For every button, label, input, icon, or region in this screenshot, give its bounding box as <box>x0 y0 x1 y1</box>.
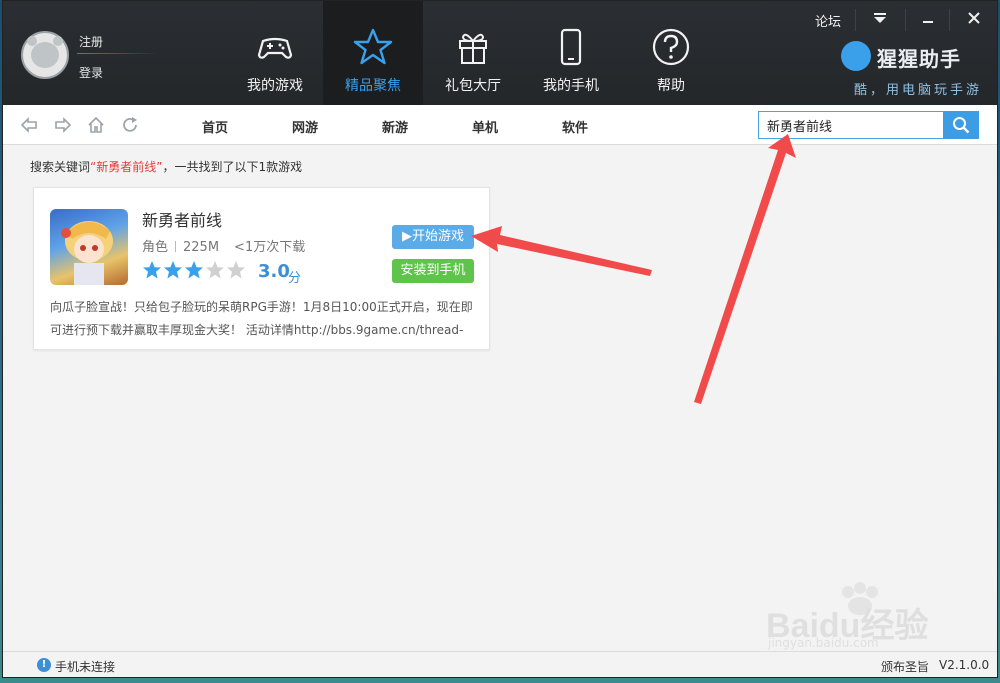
phone-status[interactable]: 手机未连接 <box>55 658 115 675</box>
login-link[interactable]: 登录 <box>79 64 103 81</box>
subnav-new-games[interactable]: 新游 <box>382 117 408 136</box>
app-window: 注册 登录 我的游戏 精品聚焦 礼包大厅 我的手机 帮助 论坛 猩猩助手 酷，用… <box>2 0 998 678</box>
help-icon <box>652 28 690 66</box>
forum-link[interactable]: 论坛 <box>815 11 841 30</box>
subnav-online-games[interactable]: 网游 <box>292 117 318 136</box>
tab-gift-hall[interactable]: 礼包大厅 <box>423 1 523 105</box>
phone-icon <box>560 28 582 66</box>
tab-label: 礼包大厅 <box>445 78 501 94</box>
result-prefix: 搜索关键词 <box>30 160 91 174</box>
watermark-url: jingyan.baidu.com <box>768 636 879 650</box>
status-bar: ! 手机未连接 颁布圣旨 V2.1.0.0 <box>3 651 997 677</box>
search-icon <box>953 117 970 134</box>
tab-label: 我的手机 <box>543 78 599 94</box>
game-card[interactable]: 新勇者前线 角色 225M <1万次下载 3.0 分 ▶开始游戏 安装到手机 向瓜子… <box>33 187 490 350</box>
divider <box>77 53 159 54</box>
game-category: 角色 <box>142 240 169 255</box>
game-size: 225M <box>183 240 220 255</box>
header-bar: 注册 登录 我的游戏 精品聚焦 礼包大厅 我的手机 帮助 论坛 猩猩助手 酷，用… <box>3 1 997 105</box>
monkey-avatar-icon <box>27 36 63 68</box>
tab-label: 帮助 <box>657 78 685 94</box>
install-label: 安装到手机 <box>400 263 466 278</box>
divider <box>855 9 856 31</box>
gamepad-icon <box>257 37 293 59</box>
register-link[interactable]: 注册 <box>79 33 103 50</box>
toolbar: 首页 网游 新游 单机 软件 <box>3 105 997 145</box>
game-character-icon <box>61 221 113 285</box>
start-game-button[interactable]: ▶开始游戏 <box>392 225 474 249</box>
brand-logo-icon <box>841 41 871 71</box>
subnav-software[interactable]: 软件 <box>562 117 588 136</box>
star-empty-icon <box>206 261 224 279</box>
divider <box>949 9 950 31</box>
search-result-summary: 搜索关键词“新勇者前线”，一共找到了以下1款游戏 <box>30 158 302 175</box>
info-icon: ! <box>37 658 51 672</box>
brand-slogan: 酷，用电脑玩手游 <box>854 83 983 98</box>
announcement-link[interactable]: 颁布圣旨 <box>881 658 929 675</box>
home-icon[interactable] <box>87 116 105 134</box>
search-input[interactable] <box>758 111 944 139</box>
tab-help[interactable]: 帮助 <box>621 1 721 105</box>
gift-icon <box>459 33 487 64</box>
baidu-watermark: Baidu经验 jingyan.baidu.com <box>760 580 960 650</box>
play-triangle-icon: ▶ <box>401 229 412 244</box>
avatar[interactable] <box>21 31 69 79</box>
divider <box>905 9 906 31</box>
star-empty-icon <box>227 261 245 279</box>
forward-arrow-icon[interactable] <box>54 116 72 134</box>
game-title[interactable]: 新勇者前线 <box>142 207 222 231</box>
star-filled-icon <box>143 261 161 279</box>
rating-value: 3.0 <box>258 261 290 282</box>
game-downloads: <1万次下载 <box>234 240 306 255</box>
minimize-icon[interactable] <box>913 9 943 31</box>
subnav-home[interactable]: 首页 <box>202 117 228 136</box>
game-meta: 角色 225M <1万次下载 <box>142 236 305 255</box>
tab-my-games[interactable]: 我的游戏 <box>225 1 325 105</box>
start-game-label: 开始游戏 <box>411 229 464 244</box>
rating-unit: 分 <box>288 271 302 286</box>
subnav-single-player[interactable]: 单机 <box>472 117 498 136</box>
game-description: 向瓜子脸宣战！只给包子脸玩的呆萌RPG手游！1月8日10:00正式开启，现在即可… <box>50 300 473 337</box>
star-rating <box>142 260 247 284</box>
refresh-icon[interactable] <box>121 116 139 134</box>
tab-featured[interactable]: 精品聚焦 <box>323 1 423 105</box>
star-icon <box>353 28 393 65</box>
tab-label: 我的游戏 <box>247 78 303 94</box>
divider <box>175 241 177 252</box>
star-filled-icon <box>164 261 182 279</box>
result-keyword: “新勇者前线” <box>90 160 163 174</box>
brand-name: 猩猩助手 <box>877 47 961 71</box>
search-button[interactable] <box>943 111 979 139</box>
game-icon[interactable] <box>50 209 128 285</box>
install-to-phone-button[interactable]: 安装到手机 <box>392 259 474 283</box>
close-icon[interactable] <box>959 9 989 31</box>
star-filled-icon <box>185 261 203 279</box>
back-arrow-icon[interactable] <box>20 116 38 134</box>
tab-label: 精品聚焦 <box>345 78 401 94</box>
result-suffix: ，一共找到了以下1款游戏 <box>162 160 303 174</box>
version-label: V2.1.0.0 <box>939 658 990 672</box>
tab-my-phone[interactable]: 我的手机 <box>521 1 621 105</box>
menu-dropdown-icon[interactable] <box>865 9 895 31</box>
divider <box>226 241 227 252</box>
